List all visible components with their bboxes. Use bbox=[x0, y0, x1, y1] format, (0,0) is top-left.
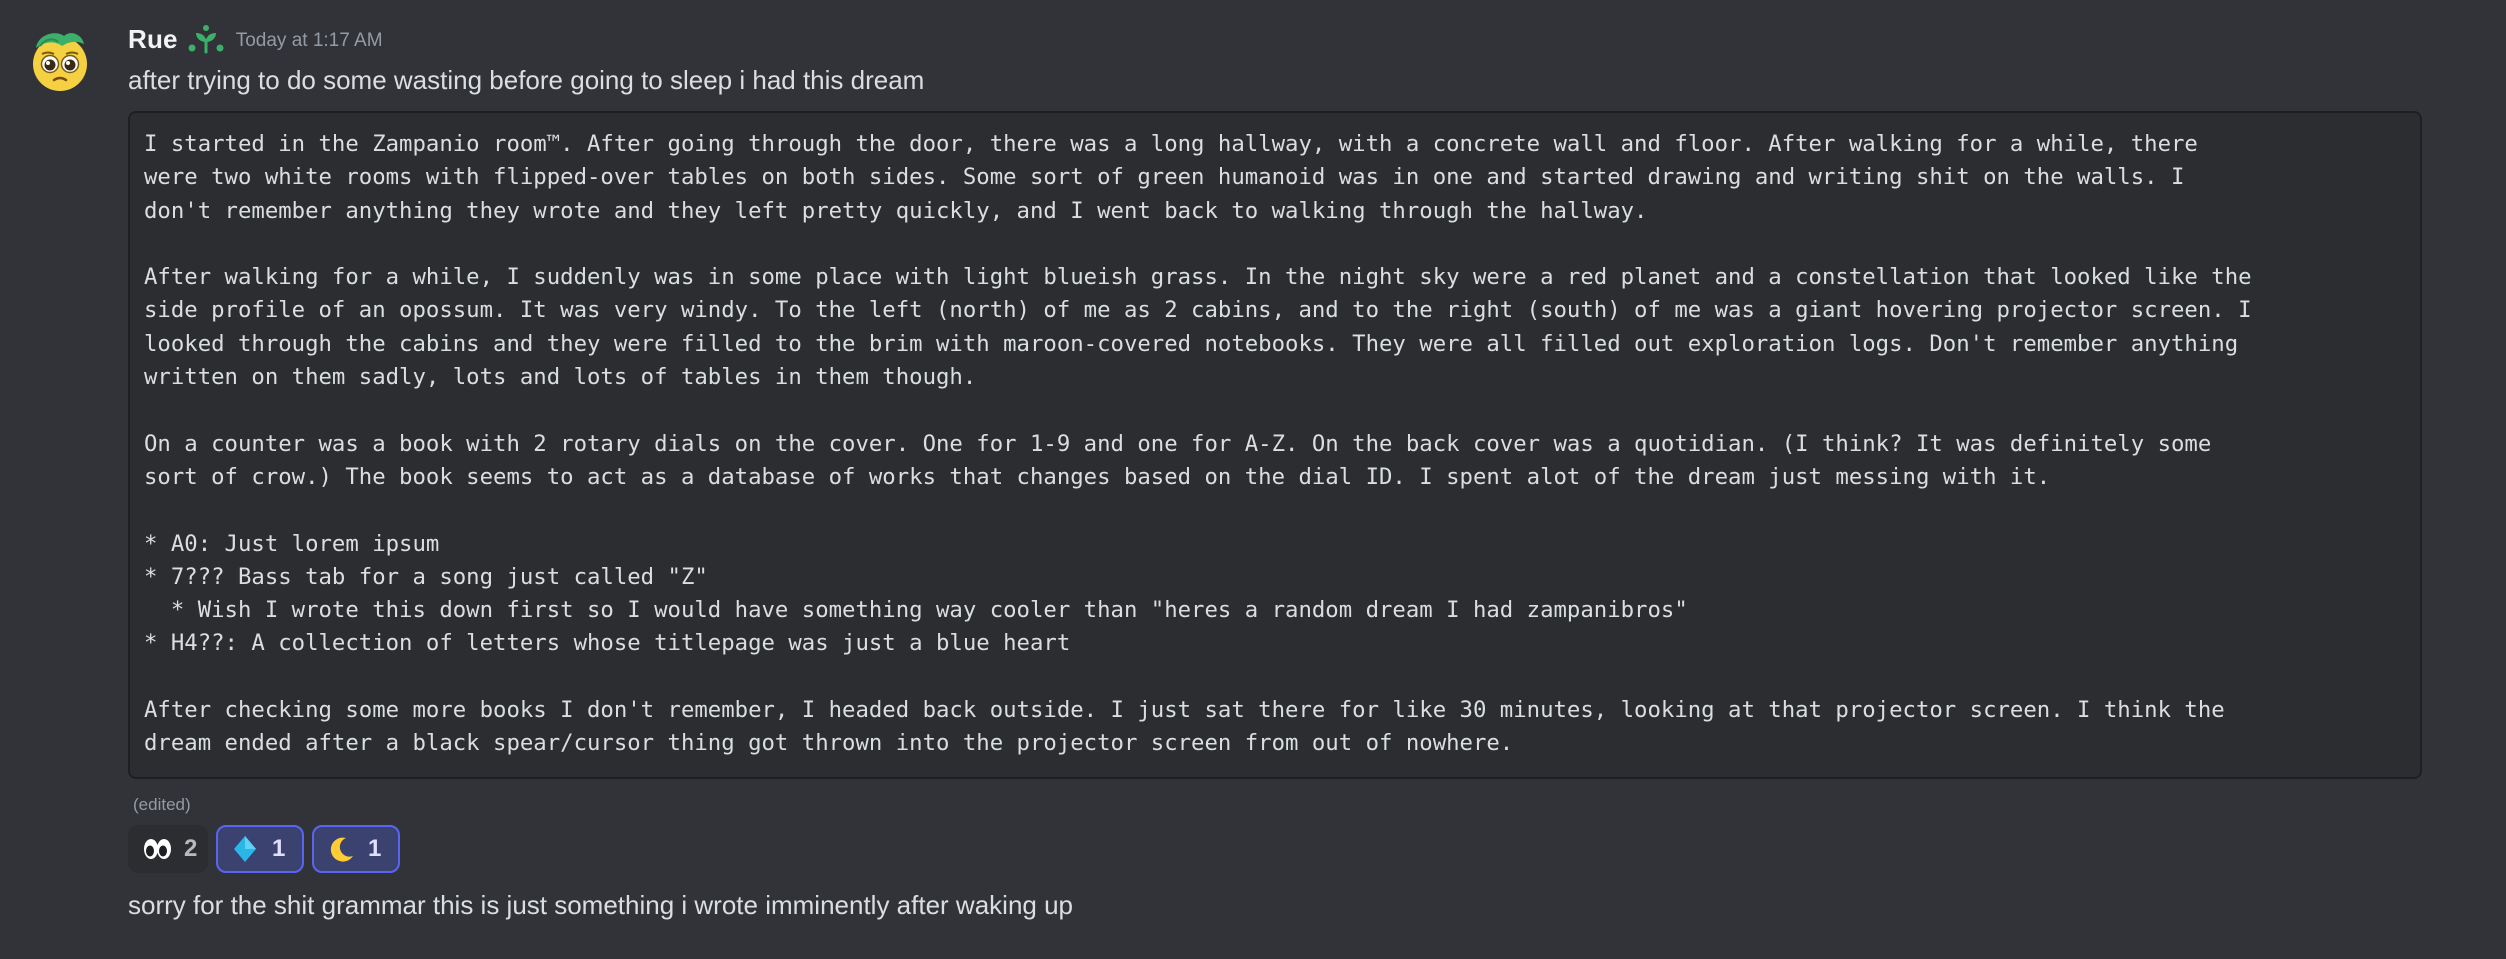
reaction-blue-diamond[interactable]: 1 bbox=[216, 825, 304, 873]
reaction-eyes[interactable]: 2 bbox=[128, 825, 208, 873]
code-block-content: I started in the Zampanio room™. After g… bbox=[144, 131, 2252, 757]
message-text: after trying to do some wasting before g… bbox=[128, 65, 925, 95]
edited-label: (edited) bbox=[133, 795, 191, 814]
followup-message-text: sorry for the shit grammar this is just … bbox=[128, 890, 1074, 920]
pleading-face-avatar-icon bbox=[26, 26, 94, 94]
reaction-count: 1 bbox=[272, 835, 286, 862]
reaction-crescent-moon[interactable]: 1 bbox=[312, 825, 400, 873]
reaction-count: 2 bbox=[184, 835, 198, 862]
message-timestamp[interactable]: Today at 1:17 AM bbox=[236, 30, 383, 52]
sprout-role-icon[interactable] bbox=[184, 22, 228, 56]
code-block: I started in the Zampanio room™. After g… bbox=[128, 111, 2422, 779]
message-header: Rue Today at 1:17 AM bbox=[128, 22, 383, 56]
user-avatar[interactable] bbox=[26, 26, 94, 94]
reaction-bar: 2 1 1 bbox=[128, 825, 400, 873]
blue-diamond-icon bbox=[230, 834, 260, 864]
reaction-count: 1 bbox=[368, 835, 382, 862]
author-username[interactable]: Rue bbox=[128, 24, 178, 55]
chat-message: Rue Today at 1:17 AM after trying to do … bbox=[0, 0, 2506, 959]
eyes-icon bbox=[142, 834, 172, 864]
crescent-moon-icon bbox=[326, 834, 356, 864]
